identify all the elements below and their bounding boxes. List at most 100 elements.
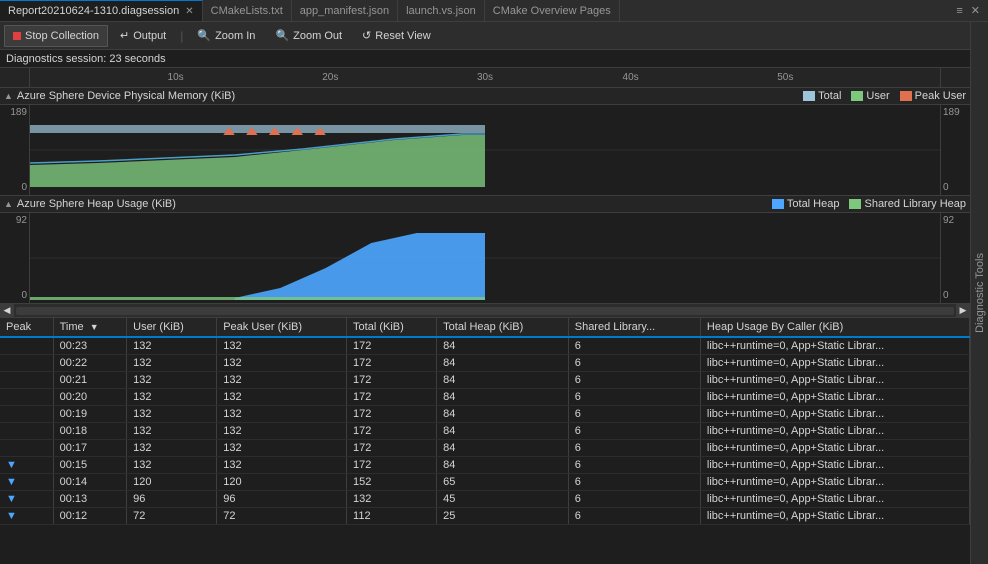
col-time[interactable]: Time ▼ [53,318,127,337]
legend-total-heap-label: Total Heap [787,198,840,210]
charts-container: ▲ Azure Sphere Device Physical Memory (K… [0,88,970,304]
tab-cmake[interactable]: CMakeLists.txt [203,0,292,21]
sidebar-panel: Diagnostic Tools [970,22,988,564]
tab-launch[interactable]: launch.vs.json [398,0,485,21]
heap-collapse-icon[interactable]: ▲ [4,199,13,209]
col-user[interactable]: User (KiB) [127,318,217,337]
legend-total-label: Total [818,90,841,102]
zoom-in-icon: 🔍 [197,29,211,42]
physical-memory-canvas [30,105,940,195]
col-shared-library[interactable]: Shared Library... [568,318,700,337]
zoom-out-button[interactable]: 🔍 Zoom Out [267,25,350,47]
table-header-row: Peak Time ▼ User (KiB) Peak User (KiB) T… [0,318,970,337]
cell-heap-caller: libc++runtime=0, App+Static Librar... [700,508,969,525]
table-row: 00:20 132 132 172 84 6 libc++runtime=0, … [0,389,970,406]
cell-total-heap: 25 [437,508,569,525]
collapse-icon[interactable]: ▲ [4,91,13,101]
table-row: 00:22 132 132 172 84 6 libc++runtime=0, … [0,355,970,372]
cell-peak: ▼ [0,508,53,525]
legend-total-heap: Total Heap [772,198,840,210]
physical-memory-legend: Total User Peak User [803,90,966,102]
table-row: ▼ 00:15 132 132 172 84 6 libc++runtime=0… [0,457,970,474]
timeline-ruler: 10s 20s 30s 40s 50s [0,68,970,88]
cell-peak [0,355,53,372]
cell-user: 120 [127,474,217,491]
col-peak-user[interactable]: Peak User (KiB) [217,318,347,337]
tab-cmake-overview[interactable]: CMake Overview Pages [485,0,620,21]
cell-total-heap: 45 [437,491,569,508]
scrollbar-right-arrow[interactable]: ▶ [956,304,970,318]
scrollbar-left-arrow[interactable]: ◀ [0,304,14,318]
physical-memory-chart: ▲ Azure Sphere Device Physical Memory (K… [0,88,970,196]
cell-heap-caller: libc++runtime=0, App+Static Librar... [700,423,969,440]
output-button[interactable]: ↵ Output [112,25,174,47]
col-total[interactable]: Total (KiB) [347,318,437,337]
toolbar-separator: | [180,29,183,43]
cell-heap-caller: libc++runtime=0, App+Static Librar... [700,457,969,474]
cell-user: 132 [127,337,217,355]
legend-peak-user: Peak User [900,90,966,102]
cell-user: 132 [127,355,217,372]
chart-scrollbar[interactable]: ◀ ▶ [0,304,970,318]
sort-icon: ▼ [90,322,99,332]
close-icon[interactable]: ✕ [185,6,193,17]
tab-actions: ≡ ✕ [952,4,988,17]
cell-time: 00:18 [53,423,127,440]
cell-total: 172 [347,355,437,372]
reset-view-button[interactable]: ↺ Reset View [354,25,439,47]
cell-total-heap: 84 [437,337,569,355]
heap-usage-title: ▲ Azure Sphere Heap Usage (KiB) [4,198,176,210]
col-total-heap[interactable]: Total Heap (KiB) [437,318,569,337]
session-info: Diagnostics session: 23 seconds [0,50,970,68]
cell-time: 00:12 [53,508,127,525]
cell-total-heap: 84 [437,423,569,440]
cell-heap-caller: libc++runtime=0, App+Static Librar... [700,337,969,355]
cell-total-heap: 84 [437,406,569,423]
cell-total-heap: 84 [437,355,569,372]
cell-time: 00:21 [53,372,127,389]
cell-user: 132 [127,423,217,440]
cell-shared: 6 [568,491,700,508]
cell-peak [0,440,53,457]
cell-peak-user: 132 [217,440,347,457]
tab-manifest[interactable]: app_manifest.json [292,0,398,21]
zoom-in-button[interactable]: 🔍 Zoom In [189,25,263,47]
cell-peak-user: 72 [217,508,347,525]
col-heap-caller[interactable]: Heap Usage By Caller (KiB) [700,318,969,337]
heap-usage-chart: ▲ Azure Sphere Heap Usage (KiB) Total He… [0,196,970,304]
stop-icon [13,32,21,40]
cell-shared: 6 [568,355,700,372]
tab-cmake-label: CMakeLists.txt [211,5,283,17]
cell-peak-user: 132 [217,355,347,372]
cell-total: 172 [347,423,437,440]
cell-peak: ▼ [0,474,53,491]
tab-report[interactable]: Report20210624-1310.diagsession ✕ [0,0,203,21]
cell-user: 132 [127,440,217,457]
cell-total-heap: 65 [437,474,569,491]
stop-collection-label: Stop Collection [25,30,99,42]
tab-close-all-icon[interactable]: ✕ [967,4,984,17]
tab-list-icon[interactable]: ≡ [952,5,966,17]
legend-total-color [803,91,815,101]
cell-shared: 6 [568,389,700,406]
scrollbar-track[interactable] [16,307,954,315]
table-body: 00:23 132 132 172 84 6 libc++runtime=0, … [0,337,970,525]
main-content: Stop Collection ↵ Output | 🔍 Zoom In 🔍 Z… [0,22,970,564]
cell-user: 132 [127,372,217,389]
toolbar: Stop Collection ↵ Output | 🔍 Zoom In 🔍 Z… [0,22,970,50]
cell-peak: ▼ [0,457,53,474]
table-row: ▼ 00:12 72 72 112 25 6 libc++runtime=0, … [0,508,970,525]
table-scroll-wrapper[interactable]: Peak Time ▼ User (KiB) Peak User (KiB) T… [0,318,970,564]
cell-shared: 6 [568,406,700,423]
cell-total-heap: 84 [437,389,569,406]
ruler-mark-20s: 20s [322,72,338,83]
cell-peak-user: 96 [217,491,347,508]
cell-time: 00:14 [53,474,127,491]
cell-peak-user: 132 [217,337,347,355]
legend-peak-user-color [900,91,912,101]
stop-collection-button[interactable]: Stop Collection [4,25,108,47]
col-peak[interactable]: Peak [0,318,53,337]
reset-view-icon: ↺ [362,29,371,42]
cell-total: 172 [347,337,437,355]
cell-heap-caller: libc++runtime=0, App+Static Librar... [700,474,969,491]
